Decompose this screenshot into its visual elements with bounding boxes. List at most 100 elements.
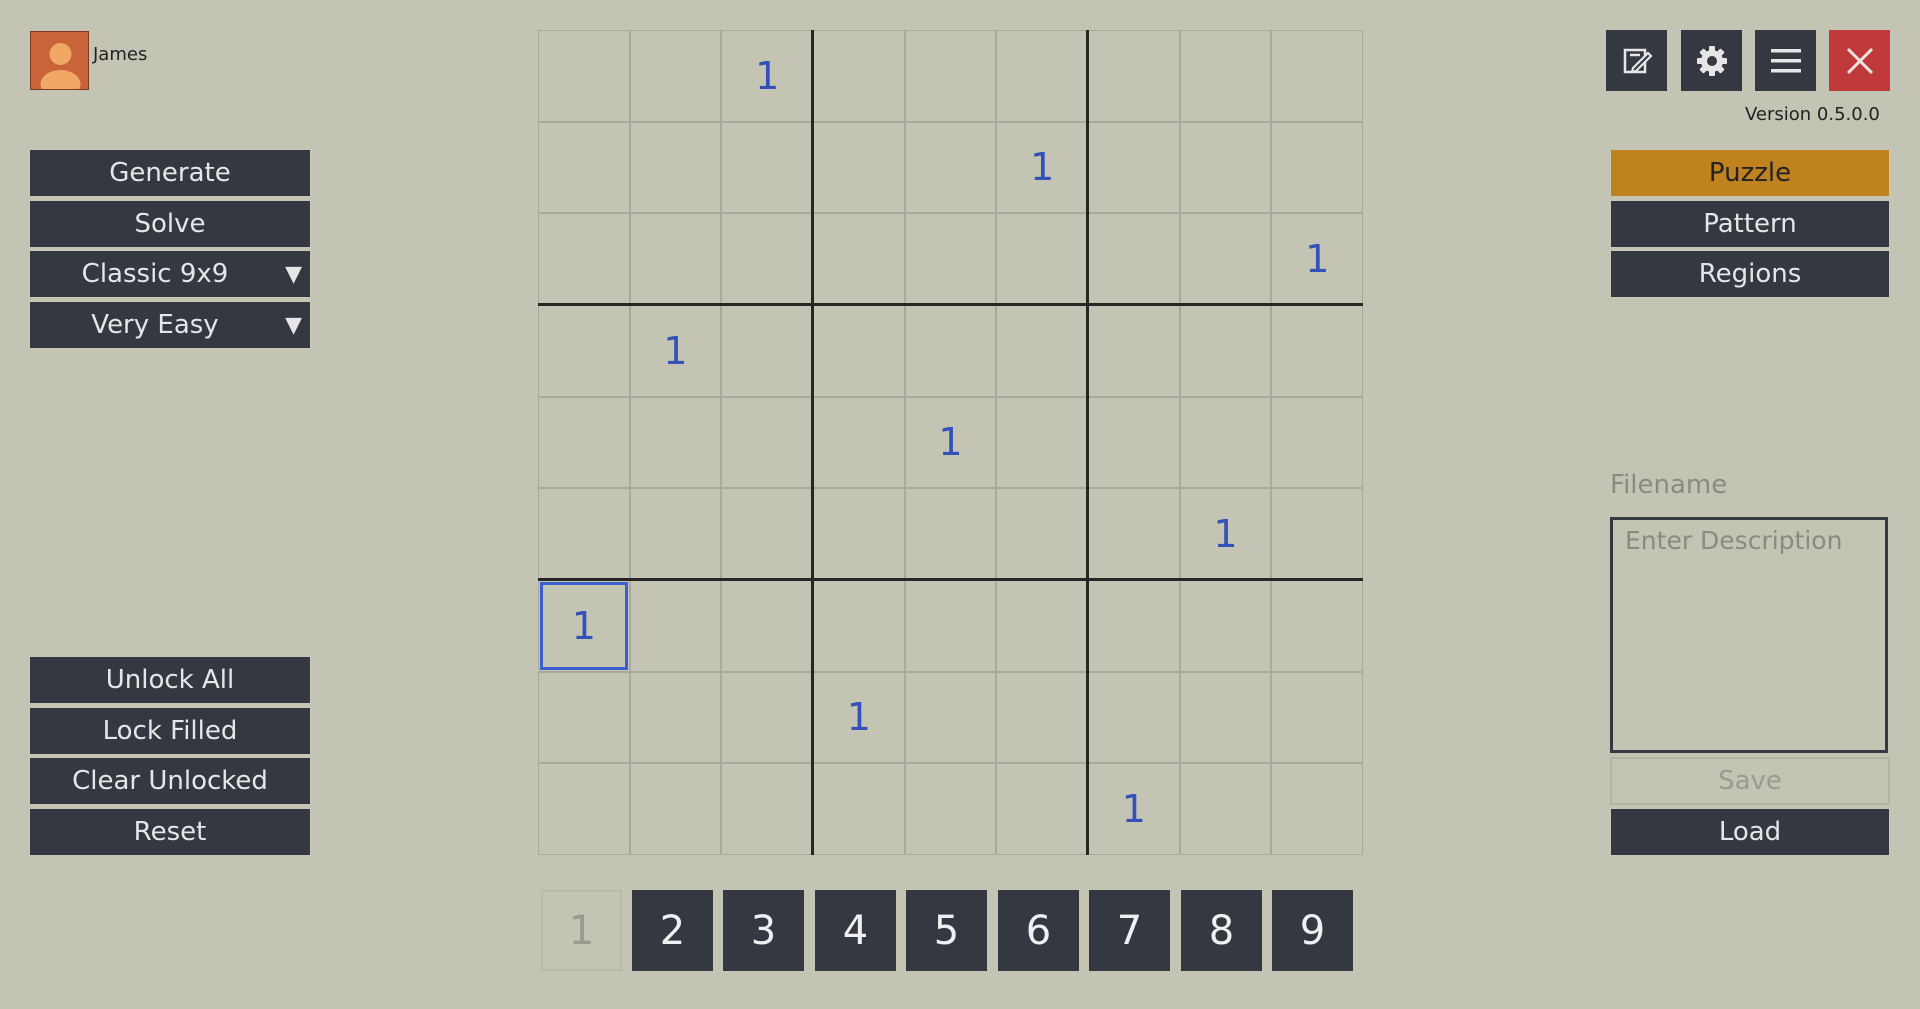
- mode-button-puzzle[interactable]: Puzzle: [1610, 149, 1890, 197]
- board-cell[interactable]: [1087, 488, 1180, 580]
- board-cell[interactable]: [721, 763, 813, 855]
- board-cell[interactable]: [996, 671, 1088, 764]
- board-cell[interactable]: 1: [996, 121, 1088, 214]
- board-cell[interactable]: [812, 213, 905, 305]
- board-cell[interactable]: [629, 671, 722, 764]
- board-cell[interactable]: [721, 396, 813, 489]
- board-cell[interactable]: 1: [629, 304, 722, 397]
- board-cell[interactable]: [812, 121, 905, 214]
- close-button[interactable]: [1829, 30, 1890, 91]
- settings-button[interactable]: [1681, 30, 1742, 91]
- board-cell[interactable]: [996, 30, 1088, 122]
- board-cell[interactable]: [721, 121, 813, 214]
- board-cell[interactable]: [1179, 121, 1272, 214]
- board-cell[interactable]: [996, 396, 1088, 489]
- board-cell[interactable]: [904, 213, 997, 305]
- difficulty-dropdown[interactable]: Very Easy ▼: [29, 301, 311, 349]
- board-cell[interactable]: 1: [812, 671, 905, 764]
- board-cell[interactable]: [538, 213, 630, 305]
- number-button[interactable]: 3: [723, 890, 804, 971]
- reset-button[interactable]: Reset: [29, 808, 311, 856]
- board-cell[interactable]: [1179, 30, 1272, 122]
- board-cell[interactable]: [629, 30, 722, 122]
- number-button[interactable]: 4: [815, 890, 896, 971]
- edit-button[interactable]: [1606, 30, 1667, 91]
- board-cell[interactable]: [1179, 671, 1272, 764]
- board-cell[interactable]: [996, 579, 1088, 672]
- board-cell[interactable]: [996, 488, 1088, 580]
- unlock-all-button[interactable]: Unlock All: [29, 656, 311, 704]
- board-cell[interactable]: [812, 30, 905, 122]
- load-button[interactable]: Load: [1610, 808, 1890, 856]
- board-cell[interactable]: [996, 763, 1088, 855]
- board-cell[interactable]: [1179, 396, 1272, 489]
- board-cell[interactable]: [721, 671, 813, 764]
- board-cell[interactable]: [812, 579, 905, 672]
- board-cell[interactable]: [1271, 396, 1363, 489]
- board-cell[interactable]: [1271, 579, 1363, 672]
- board-cell[interactable]: [1271, 30, 1363, 122]
- board-cell[interactable]: [904, 579, 997, 672]
- board-cell[interactable]: [629, 213, 722, 305]
- board-cell[interactable]: [1271, 121, 1363, 214]
- number-button[interactable]: 8: [1181, 890, 1262, 971]
- generate-button[interactable]: Generate: [29, 149, 311, 197]
- board-cell[interactable]: 1: [904, 396, 997, 489]
- board-cell[interactable]: [629, 121, 722, 214]
- board-cell[interactable]: [812, 763, 905, 855]
- board-cell[interactable]: [1087, 396, 1180, 489]
- board-cell[interactable]: [629, 763, 722, 855]
- board-cell[interactable]: [1271, 488, 1363, 580]
- board-cell[interactable]: 1: [1179, 488, 1272, 580]
- board-cell[interactable]: [904, 671, 997, 764]
- board-cell[interactable]: [1087, 121, 1180, 214]
- board-cell[interactable]: [538, 304, 630, 397]
- board-cell[interactable]: [538, 30, 630, 122]
- board-cell[interactable]: 1: [1271, 213, 1363, 305]
- board-cell[interactable]: [538, 763, 630, 855]
- board-cell[interactable]: [996, 213, 1088, 305]
- board-cell[interactable]: [538, 396, 630, 489]
- user-avatar[interactable]: [30, 31, 89, 90]
- board-cell[interactable]: [1087, 671, 1180, 764]
- board-cell[interactable]: [904, 121, 997, 214]
- board-cell[interactable]: [812, 488, 905, 580]
- board-cell[interactable]: [812, 396, 905, 489]
- board-cell[interactable]: 1: [1087, 763, 1180, 855]
- mode-button-regions[interactable]: Regions: [1610, 250, 1890, 298]
- number-button[interactable]: 9: [1272, 890, 1353, 971]
- board-cell[interactable]: [1271, 304, 1363, 397]
- board-cell[interactable]: [1271, 763, 1363, 855]
- board-cell[interactable]: [996, 304, 1088, 397]
- board-cell[interactable]: [629, 396, 722, 489]
- board-cell[interactable]: [721, 213, 813, 305]
- board-cell[interactable]: [1179, 304, 1272, 397]
- variant-dropdown[interactable]: Classic 9x9 ▼: [29, 250, 311, 298]
- board-cell[interactable]: [629, 488, 722, 580]
- board-cell[interactable]: [1087, 213, 1180, 305]
- board-cell[interactable]: [1179, 213, 1272, 305]
- board-cell[interactable]: [1087, 579, 1180, 672]
- board-cell[interactable]: 1: [721, 30, 813, 122]
- description-input[interactable]: [1610, 517, 1888, 753]
- board-cell[interactable]: [812, 304, 905, 397]
- number-button[interactable]: 1: [541, 890, 622, 971]
- board-cell[interactable]: [721, 579, 813, 672]
- number-button[interactable]: 5: [906, 890, 987, 971]
- board-cell[interactable]: [1271, 671, 1363, 764]
- board-cell[interactable]: [721, 304, 813, 397]
- board-cell[interactable]: [1087, 304, 1180, 397]
- solve-button[interactable]: Solve: [29, 200, 311, 248]
- board-cell[interactable]: [538, 671, 630, 764]
- board-cell[interactable]: [904, 30, 997, 122]
- board-cell[interactable]: [1087, 30, 1180, 122]
- clear-unlocked-button[interactable]: Clear Unlocked: [29, 757, 311, 805]
- board-cell[interactable]: [1179, 579, 1272, 672]
- board-cell[interactable]: [538, 121, 630, 214]
- board-cell[interactable]: [904, 304, 997, 397]
- menu-button[interactable]: [1755, 30, 1816, 91]
- board-cell[interactable]: [629, 579, 722, 672]
- board-cell[interactable]: 1: [538, 579, 630, 672]
- number-button[interactable]: 7: [1089, 890, 1170, 971]
- board-cell[interactable]: [904, 763, 997, 855]
